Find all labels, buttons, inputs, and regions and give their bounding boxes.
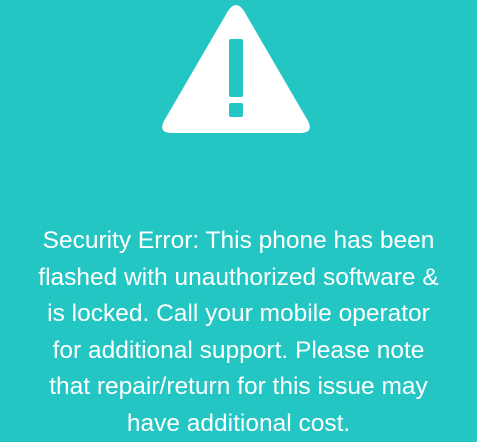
security-error-message: Security Error: This phone has been flas… (38, 227, 439, 437)
warning-icon (159, 3, 313, 137)
security-error-screen: Security Error: This phone has been flas… (0, 0, 477, 442)
